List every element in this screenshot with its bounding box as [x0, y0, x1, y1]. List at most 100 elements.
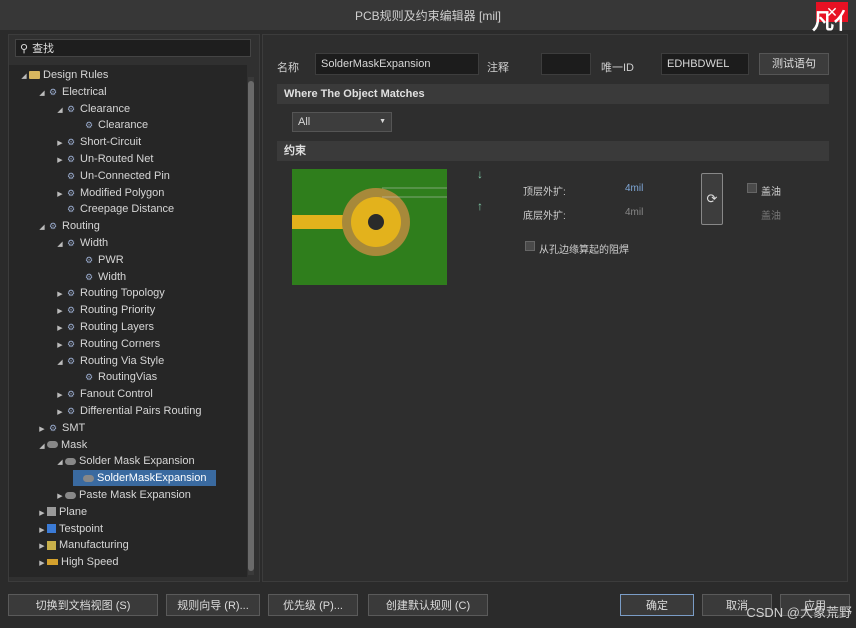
tree-scrollbar[interactable] — [248, 77, 254, 575]
expand-toggle-icon[interactable]: ◢ — [55, 455, 65, 471]
collapse-toggle-icon[interactable]: ▶ — [55, 187, 65, 203]
collapse-toggle-icon[interactable]: ▶ — [55, 321, 65, 337]
tree-item[interactable]: ▶ ⚙ Routing Topology — [55, 285, 165, 301]
tree-item[interactable]: ▶ Testpoint — [37, 521, 103, 537]
tree-item[interactable]: ▶ High Speed — [37, 554, 118, 572]
where-section-header: Where The Object Matches — [277, 84, 829, 104]
tree-item[interactable]: ◢ Solder Mask Expansion — [55, 453, 194, 471]
expand-toggle-icon[interactable]: ◢ — [19, 69, 29, 85]
expand-toggle-icon[interactable]: ◢ — [37, 86, 47, 102]
tree-item-label: SMT — [62, 421, 86, 434]
tree-item[interactable]: ◢ Design Rules — [19, 67, 108, 83]
collapse-toggle-icon[interactable]: ▶ — [55, 388, 65, 404]
pad-hole-graphic — [368, 214, 384, 230]
tree-item[interactable]: ⚙ Un-Connected Pin — [55, 168, 170, 184]
tree-item-label: Clearance — [98, 119, 149, 132]
tree-item[interactable]: ▶ Manufacturing — [37, 537, 128, 555]
tree-item-label: Un-Connected Pin — [80, 169, 170, 182]
rule-name-field[interactable]: SolderMaskExpansion — [315, 53, 479, 75]
collapse-toggle-icon[interactable]: ▶ — [37, 523, 47, 539]
tree-item-label: Plane — [59, 505, 88, 518]
test-query-button[interactable]: 测试语句 — [759, 53, 829, 75]
tree-item-label: Mask — [61, 438, 88, 451]
tree-item[interactable]: ⚙ Creepage Distance — [55, 201, 174, 217]
from-hole-edge-checkbox[interactable] — [525, 241, 535, 251]
tree-item[interactable]: ▶ ⚙ Differential Pairs Routing — [55, 403, 201, 419]
top-expansion-value[interactable]: 4mil — [625, 183, 643, 194]
rule-icon: ⚙ — [84, 120, 94, 131]
tree-item[interactable]: ⚙ Clearance — [73, 117, 148, 133]
from-hole-edge-label: 从孔边缘算起的阻焊 — [539, 245, 629, 256]
uid-field[interactable]: EDHBDWEL — [661, 53, 749, 75]
uid-label: 唯一ID — [601, 62, 634, 74]
collapse-toggle-icon[interactable]: ▶ — [37, 556, 47, 572]
search-icon: ⚲ — [20, 42, 29, 55]
rule-icon: ⚙ — [84, 372, 94, 383]
rule-wizard-button[interactable]: 规则向导 (R)... — [166, 594, 260, 616]
search-input[interactable]: ⚲ 查找 — [15, 39, 251, 57]
expand-toggle-icon[interactable]: ◢ — [55, 237, 65, 253]
tree-item[interactable]: ▶ ⚙ Un-Routed Net — [55, 151, 153, 167]
chevron-down-icon: ▼ — [379, 118, 386, 125]
tree-item[interactable]: ▶ ⚙ SMT — [37, 420, 85, 436]
tent-top-checkbox[interactable] — [747, 183, 757, 193]
rule-icon: ⚙ — [66, 137, 76, 148]
ok-button[interactable]: 确定 — [620, 594, 694, 616]
collapse-toggle-icon[interactable]: ▶ — [55, 338, 65, 354]
tree-item[interactable]: ▶ Plane — [37, 504, 87, 520]
tree-item[interactable]: ▶ ⚙ Fanout Control — [55, 386, 152, 404]
tree-item[interactable]: ▶ ⚙ Routing Layers — [55, 319, 154, 335]
tree-scroll-thumb[interactable] — [248, 81, 254, 571]
tree-item[interactable]: ◢ ⚙ Routing Via Style — [55, 353, 164, 369]
rule-icon: ⚙ — [66, 338, 76, 349]
tree-item[interactable]: ▶ ⚙ Routing Corners — [55, 336, 160, 352]
expand-toggle-icon[interactable]: ◢ — [37, 220, 47, 236]
expand-toggle-icon[interactable]: ◢ — [37, 439, 47, 455]
tree-item-label: Width — [98, 270, 127, 283]
expand-toggle-icon[interactable]: ◢ — [55, 103, 65, 119]
tree-item[interactable]: ◢ ⚙ Width — [55, 235, 108, 251]
bottom-expansion-value[interactable]: 4mil — [625, 207, 643, 218]
top-expansion-label: 顶层外扩: — [523, 187, 566, 198]
constraints-section-header: 约束 — [277, 141, 829, 161]
create-default-rules-button[interactable]: 创建默认规则 (C) — [368, 594, 488, 616]
switch-document-view-button[interactable]: 切换到文档视图 (S) — [8, 594, 158, 616]
tree-item[interactable]: ⚙ PWR — [73, 252, 124, 268]
rule-icon: ⚙ — [66, 322, 76, 333]
collapse-toggle-icon[interactable]: ▶ — [55, 153, 65, 169]
where-scope-value: All — [298, 116, 311, 128]
tree-item[interactable]: ◢ ⚙ Routing — [37, 218, 100, 234]
priority-button[interactable]: 优先级 (P)... — [268, 594, 358, 616]
rule-icon: ⚙ — [84, 271, 94, 282]
test-icon — [47, 524, 56, 534]
expand-toggle-icon[interactable]: ◢ — [55, 355, 65, 371]
collapse-toggle-icon[interactable]: ▶ — [37, 506, 47, 522]
collapse-toggle-icon[interactable]: ▶ — [55, 304, 65, 320]
collapse-toggle-icon[interactable]: ▶ — [55, 136, 65, 152]
tree-item[interactable]: ⚙ RoutingVias — [73, 369, 157, 385]
collapse-toggle-icon[interactable]: ▶ — [37, 422, 47, 438]
link-values-button[interactable]: ⟳ — [701, 173, 723, 225]
where-scope-dropdown[interactable]: All ▼ — [292, 112, 392, 132]
tree-item[interactable]: ◢ ⚙ Clearance — [55, 101, 130, 117]
collapse-toggle-icon[interactable]: ▶ — [37, 539, 47, 555]
tree-item[interactable]: ⚙ Width — [73, 269, 126, 285]
tree-item-label: Design Rules — [43, 69, 109, 81]
collapse-toggle-icon[interactable]: ▶ — [55, 489, 65, 505]
tree-item-label: Un-Routed Net — [80, 153, 154, 165]
tree-item[interactable]: ▶ Paste Mask Expansion — [55, 487, 191, 503]
tree-item[interactable]: SolderMaskExpansion — [73, 470, 217, 487]
tent-bottom-label: 盖油 — [761, 211, 781, 222]
tree-item[interactable]: ▶ ⚙ Short-Circuit — [55, 134, 141, 150]
collapse-toggle-icon[interactable]: ▶ — [55, 287, 65, 303]
tree-item[interactable]: ◢ ⚙ Electrical — [37, 84, 106, 102]
tree-item[interactable]: ▶ ⚙ Modified Polygon — [55, 185, 164, 201]
comment-field[interactable] — [541, 53, 591, 75]
tree-item[interactable]: ◢ Mask — [37, 437, 87, 453]
tree-item[interactable]: ▶ ⚙ Routing Priority — [55, 302, 155, 318]
collapse-toggle-icon[interactable]: ▶ — [55, 405, 65, 421]
corner-overlay-text: 凡亻 — [811, 9, 856, 34]
rule-icon: ⚙ — [84, 254, 94, 265]
tree-item-label: Routing Layers — [80, 321, 154, 333]
title-bar: PCB规则及约束编辑器 [mil] — [0, 0, 856, 30]
